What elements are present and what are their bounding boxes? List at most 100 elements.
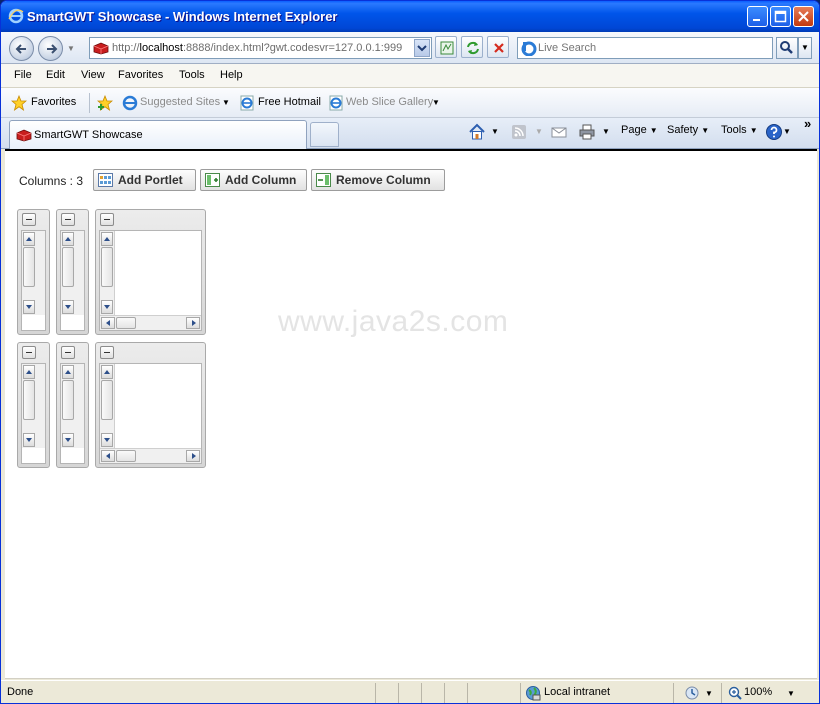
address-bar[interactable]: http://localhost:8888/index.html?gwt.cod… xyxy=(89,37,432,59)
menu-edit[interactable]: Edit xyxy=(46,69,65,81)
minimize-portlet-button[interactable] xyxy=(22,213,36,226)
scroll-up-button[interactable] xyxy=(101,365,113,379)
new-tab-button[interactable] xyxy=(310,122,339,147)
live-search-box[interactable] xyxy=(517,37,773,59)
add-portlet-button[interactable]: Add Portlet xyxy=(93,169,196,191)
feeds-dropdown-icon[interactable]: ▼ xyxy=(535,127,543,136)
portlet-header xyxy=(96,343,205,363)
suggested-sites-link[interactable]: Suggested Sites xyxy=(140,96,220,108)
suggested-sites-dropdown-icon[interactable]: ▼ xyxy=(222,98,230,107)
scroll-up-button[interactable] xyxy=(62,232,74,246)
read-mail-icon[interactable] xyxy=(550,123,568,141)
home-dropdown-icon[interactable]: ▼ xyxy=(491,127,499,136)
portlet-header xyxy=(18,343,49,363)
scroll-thumb[interactable] xyxy=(23,380,35,420)
minimize-portlet-button[interactable] xyxy=(100,346,114,359)
back-button[interactable] xyxy=(9,36,34,61)
menu-view[interactable]: View xyxy=(81,69,105,81)
minimize-portlet-button[interactable] xyxy=(61,346,75,359)
vertical-scrollbar[interactable] xyxy=(22,231,45,315)
page-menu[interactable]: Page ▼ xyxy=(621,124,658,136)
add-to-favorites-bar-icon[interactable] xyxy=(97,95,113,111)
vertical-scrollbar[interactable] xyxy=(100,231,115,315)
scroll-left-button[interactable] xyxy=(101,450,115,462)
scroll-thumb[interactable] xyxy=(116,317,136,329)
scroll-left-button[interactable] xyxy=(101,317,115,329)
horizontal-scrollbar[interactable] xyxy=(100,315,201,330)
scroll-down-button[interactable] xyxy=(101,300,113,314)
zoom-level[interactable]: 100% xyxy=(744,686,772,698)
vertical-scrollbar[interactable] xyxy=(61,364,84,448)
zoom-icon[interactable] xyxy=(728,686,742,700)
vertical-scrollbar[interactable] xyxy=(61,231,84,315)
minimize-portlet-button[interactable] xyxy=(22,346,36,359)
scroll-thumb[interactable] xyxy=(62,380,74,420)
safety-menu[interactable]: Safety ▼ xyxy=(667,124,709,136)
search-provider-dropdown[interactable]: ▼ xyxy=(798,37,812,59)
web-slice-dropdown-icon[interactable]: ▼ xyxy=(432,98,440,107)
address-dropdown-button[interactable] xyxy=(414,39,430,57)
maximize-button[interactable] xyxy=(770,6,791,27)
feeds-icon[interactable] xyxy=(510,123,528,141)
menu-bar: File Edit View Favorites Tools Help xyxy=(1,64,819,88)
status-divider xyxy=(673,683,674,703)
search-icon xyxy=(780,41,793,54)
scroll-down-button[interactable] xyxy=(101,433,113,447)
stop-button[interactable] xyxy=(487,36,509,58)
tools-menu[interactable]: Tools ▼ xyxy=(721,124,758,136)
menu-favorites[interactable]: Favorites xyxy=(118,69,163,81)
scroll-down-button[interactable] xyxy=(23,433,35,447)
portlet-header xyxy=(18,210,49,230)
favorites-star-icon xyxy=(11,95,27,111)
scroll-thumb[interactable] xyxy=(23,247,35,287)
menu-file[interactable]: File xyxy=(14,69,32,81)
web-slice-gallery-link[interactable]: Web Slice Gallery xyxy=(346,96,433,108)
compatibility-view-button[interactable] xyxy=(435,36,457,58)
minimize-portlet-button[interactable] xyxy=(61,213,75,226)
remove-column-button[interactable]: Remove Column xyxy=(311,169,445,191)
search-go-button[interactable] xyxy=(776,37,798,59)
scroll-thumb[interactable] xyxy=(62,247,74,287)
horizontal-scrollbar[interactable] xyxy=(100,448,201,463)
vertical-scrollbar[interactable] xyxy=(100,364,115,448)
refresh-button[interactable] xyxy=(461,36,483,58)
back-arrow-icon xyxy=(15,44,26,54)
minimize-button[interactable] xyxy=(747,6,768,27)
scroll-down-button[interactable] xyxy=(62,300,74,314)
home-icon[interactable] xyxy=(468,123,486,141)
scroll-thumb[interactable] xyxy=(101,247,113,287)
print-icon[interactable] xyxy=(578,123,596,141)
status-text: Done xyxy=(7,686,34,698)
stop-icon xyxy=(494,43,504,53)
scroll-thumb[interactable] xyxy=(116,450,136,462)
scroll-up-button[interactable] xyxy=(62,365,74,379)
protected-mode-dropdown-icon[interactable]: ▼ xyxy=(705,689,713,698)
scroll-down-button[interactable] xyxy=(23,300,35,314)
protected-mode-icon[interactable] xyxy=(684,685,700,701)
scroll-up-button[interactable] xyxy=(101,232,113,246)
scroll-up-button[interactable] xyxy=(23,232,35,246)
portlet-header xyxy=(57,343,88,363)
add-column-button[interactable]: Add Column xyxy=(200,169,307,191)
menu-tools[interactable]: Tools xyxy=(179,69,205,81)
tab-smartgwt-showcase[interactable]: SmartGWT Showcase xyxy=(9,120,307,149)
close-window-button[interactable] xyxy=(793,6,814,27)
minimize-portlet-button[interactable] xyxy=(100,213,114,226)
scroll-right-button[interactable] xyxy=(186,450,200,462)
print-dropdown-icon[interactable]: ▼ xyxy=(602,127,610,136)
scroll-right-button[interactable] xyxy=(186,317,200,329)
menu-help[interactable]: Help xyxy=(220,69,243,81)
recent-pages-dropdown[interactable]: ▼ xyxy=(67,44,75,53)
free-hotmail-link[interactable]: Free Hotmail xyxy=(258,96,321,108)
help-dropdown-icon[interactable]: ▼ xyxy=(783,127,791,136)
vertical-scrollbar[interactable] xyxy=(22,364,45,448)
scroll-down-button[interactable] xyxy=(62,433,74,447)
scroll-thumb[interactable] xyxy=(101,380,113,420)
scroll-up-button[interactable] xyxy=(23,365,35,379)
forward-button[interactable] xyxy=(38,36,63,61)
search-input[interactable] xyxy=(538,40,768,56)
toolbar-overflow-chevron[interactable]: » xyxy=(804,116,811,131)
help-icon[interactable] xyxy=(765,123,783,141)
zoom-dropdown-icon[interactable]: ▼ xyxy=(787,689,795,698)
favorites-button[interactable]: Favorites xyxy=(31,96,76,108)
